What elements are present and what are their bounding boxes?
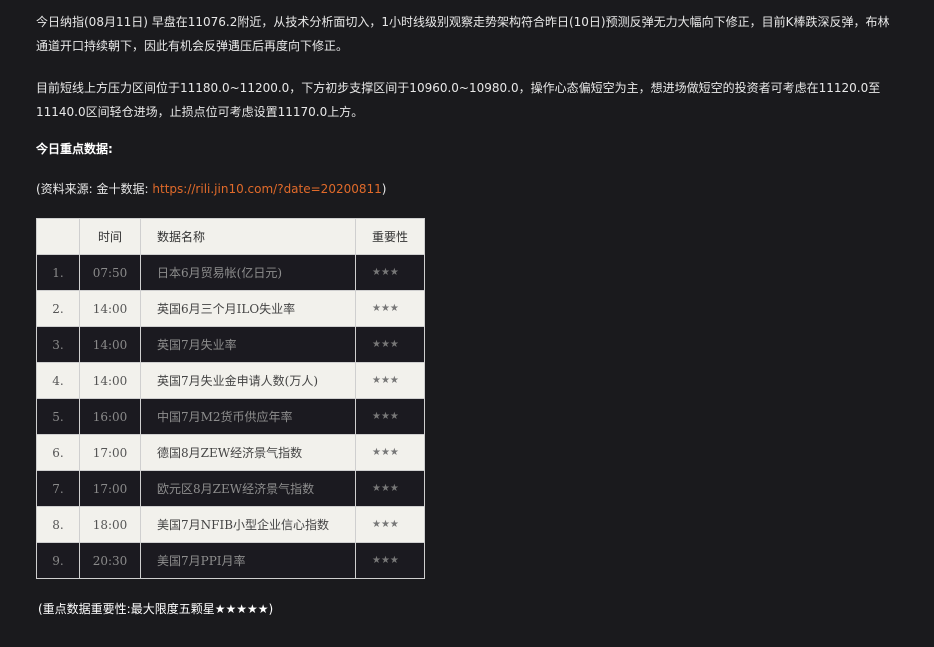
row-data-name: 英国6月三个月ILO失业率 xyxy=(140,290,356,327)
row-number: 4. xyxy=(36,362,80,399)
table-row: 2. 14:00 英国6月三个月ILO失业率 ★★★ xyxy=(36,290,425,327)
row-data-name: 英国7月失业率 xyxy=(140,326,356,363)
row-importance-stars: ★★★ xyxy=(355,506,425,543)
row-number: 1. xyxy=(36,254,80,291)
key-data-table: 时间 数据名称 重要性 1. 07:50 日本6月贸易帐(亿日元) ★★★ 2.… xyxy=(36,218,425,579)
row-data-name: 美国7月NFIB小型企业信心指数 xyxy=(140,506,356,543)
analysis-paragraph-2: 目前短线上方压力区间位于11180.0~11200.0，下方初步支撑区间于109… xyxy=(36,81,881,119)
table-row: 5. 16:00 中国7月M2货币供应年率 ★★★ xyxy=(36,398,425,435)
header-data-name: 数据名称 xyxy=(140,218,356,255)
row-importance-stars: ★★★ xyxy=(355,398,425,435)
row-data-name: 日本6月贸易帐(亿日元) xyxy=(140,254,356,291)
importance-note: (重点数据重要性:最大限度五颗星★★★★★) xyxy=(38,602,274,616)
row-time: 17:00 xyxy=(79,470,141,507)
row-number: 2. xyxy=(36,290,80,327)
table-row: 4. 14:00 英国7月失业金申请人数(万人) ★★★ xyxy=(36,362,425,399)
table-row: 3. 14:00 英国7月失业率 ★★★ xyxy=(36,326,425,363)
analysis-paragraph-1: 今日纳指(08月11日) 早盘在11076.2附近，从技术分析面切入，1小时线级… xyxy=(36,15,890,53)
row-number: 8. xyxy=(36,506,80,543)
row-importance-stars: ★★★ xyxy=(355,326,425,363)
row-data-name: 欧元区8月ZEW经济景气指数 xyxy=(140,470,356,507)
row-data-name: 英国7月失业金申请人数(万人) xyxy=(140,362,356,399)
row-time: 16:00 xyxy=(79,398,141,435)
table-row: 6. 17:00 德国8月ZEW经济景气指数 ★★★ xyxy=(36,434,425,471)
table-header-row: 时间 数据名称 重要性 xyxy=(36,218,425,255)
row-time: 20:30 xyxy=(79,542,141,579)
row-data-name: 德国8月ZEW经济景气指数 xyxy=(140,434,356,471)
table-row: 1. 07:50 日本6月贸易帐(亿日元) ★★★ xyxy=(36,254,425,291)
row-number: 3. xyxy=(36,326,80,363)
header-importance: 重要性 xyxy=(355,218,425,255)
source-suffix: ) xyxy=(381,182,387,196)
header-number xyxy=(36,218,80,255)
row-time: 07:50 xyxy=(79,254,141,291)
row-importance-stars: ★★★ xyxy=(355,434,425,471)
row-data-name: 中国7月M2货币供应年率 xyxy=(140,398,356,435)
row-importance-stars: ★★★ xyxy=(355,542,425,579)
row-time: 18:00 xyxy=(79,506,141,543)
row-time: 14:00 xyxy=(79,326,141,363)
row-importance-stars: ★★★ xyxy=(355,254,425,291)
source-link[interactable]: https://rili.jin10.com/?date=20200811 xyxy=(152,182,381,196)
row-number: 9. xyxy=(36,542,80,579)
row-number: 5. xyxy=(36,398,80,435)
key-data-table-wrapper: 时间 数据名称 重要性 1. 07:50 日本6月贸易帐(亿日元) ★★★ 2.… xyxy=(36,218,425,579)
table-row: 9. 20:30 美国7月PPI月率 ★★★ xyxy=(36,542,425,579)
key-data-heading: 今日重点数据: xyxy=(36,142,113,156)
row-data-name: 美国7月PPI月率 xyxy=(140,542,356,579)
row-importance-stars: ★★★ xyxy=(355,290,425,327)
header-time: 时间 xyxy=(79,218,141,255)
row-time: 14:00 xyxy=(79,290,141,327)
row-time: 17:00 xyxy=(79,434,141,471)
row-number: 6. xyxy=(36,434,80,471)
row-importance-stars: ★★★ xyxy=(355,362,425,399)
data-source-line: (资料来源: 金十数据: https://rili.jin10.com/?dat… xyxy=(36,180,386,197)
row-time: 14:00 xyxy=(79,362,141,399)
row-importance-stars: ★★★ xyxy=(355,470,425,507)
row-number: 7. xyxy=(36,470,80,507)
source-prefix: (资料来源: 金十数据: xyxy=(36,182,153,196)
table-row: 7. 17:00 欧元区8月ZEW经济景气指数 ★★★ xyxy=(36,470,425,507)
table-row: 8. 18:00 美国7月NFIB小型企业信心指数 ★★★ xyxy=(36,506,425,543)
